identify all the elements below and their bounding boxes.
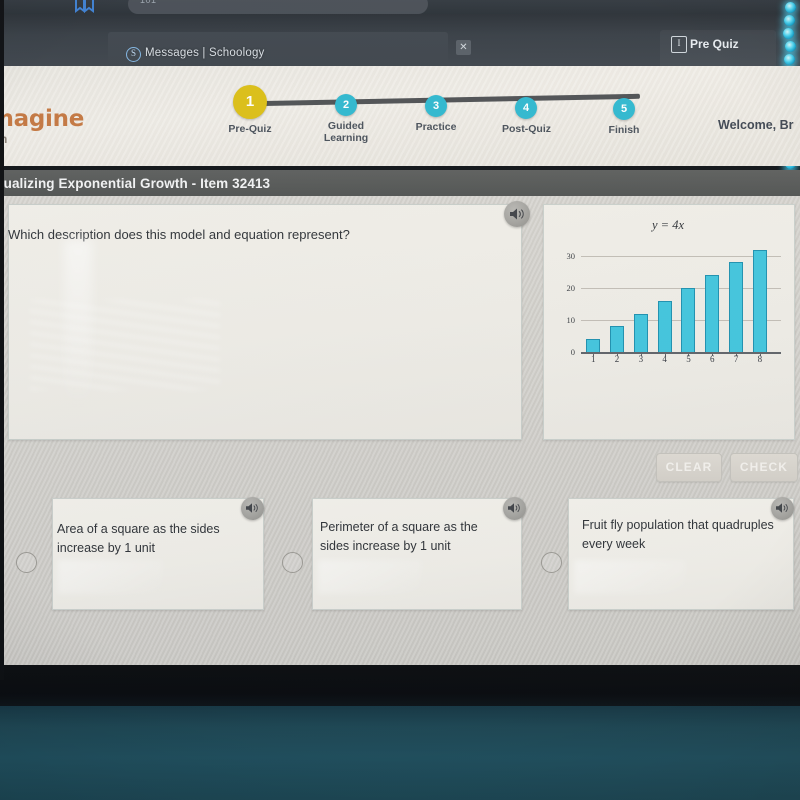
x-axis-tick-label: 6 [710, 354, 715, 364]
stepper-step-label: Pre-Quiz [228, 123, 272, 135]
y-axis-tick-label: 20 [566, 283, 576, 293]
stepper-step-finish[interactable]: 5 Finish [600, 98, 648, 136]
bar [705, 275, 720, 352]
stepper-step-label-2: Learning [323, 131, 369, 144]
stepper-step-number: 2 [335, 93, 357, 116]
light-dot [784, 15, 795, 26]
laptop-bezel-left [0, 0, 4, 680]
answer-choice-2-speaker-icon[interactable] [503, 497, 526, 520]
schoology-s-icon: S [126, 47, 141, 62]
light-dot [784, 54, 795, 65]
stepper-step-number: 1 [233, 85, 267, 119]
browser-tab-bar: S Messages | Schoology ✕ I Pre Quiz [0, 14, 800, 76]
laptop-photo: 101 S Messages | Schoology ✕ I Pre Quiz … [0, 0, 800, 800]
progress-stepper: 1 Pre-Quiz 2 Guided Learning 3 Practice 4 Post-Q… [228, 85, 656, 162]
x-axis-tick-label: 7 [733, 354, 739, 364]
stepper-step-label: Guided [327, 119, 365, 132]
stepper-step-pre-quiz[interactable]: 1 Pre-Quiz [226, 85, 274, 135]
bar [729, 262, 744, 352]
stepper-step-label: Finish [608, 124, 640, 137]
light-dot [783, 28, 794, 39]
y-axis-tick-label: 30 [566, 251, 576, 261]
stepper-step-label: Practice [415, 121, 457, 134]
bookmark-icon[interactable] [72, 0, 98, 14]
answer-radio-1[interactable] [16, 552, 37, 573]
check-button[interactable]: CHECK [730, 453, 798, 482]
graph-equation-title: y = 4x [651, 218, 685, 232]
stepper-step-number: 4 [515, 96, 537, 119]
answer-choice-1-label: Area of a square as the sides increase b… [57, 522, 220, 555]
graph-bars [581, 240, 781, 352]
bar [586, 339, 601, 352]
welcome-user-label: Welcome, Br [718, 118, 794, 132]
answer-choice-2-label: Perimeter of a square as the sides incre… [320, 520, 478, 553]
light-dot [785, 2, 796, 13]
imagine-math-logo: magine [0, 106, 85, 132]
page-title: sualizing Exponential Growth - Item 3241… [0, 176, 271, 191]
bar [752, 249, 767, 352]
close-icon[interactable]: ✕ [456, 40, 471, 55]
answer-choice-1-speaker-icon[interactable] [241, 497, 264, 520]
stepper-step-practice[interactable]: 3 Practice [412, 95, 460, 133]
y-axis-tick-label: 0 [570, 347, 575, 357]
question-speaker-icon[interactable] [504, 201, 530, 227]
stepper-step-number: 5 [613, 98, 635, 121]
answer-radio-3[interactable] [541, 552, 562, 573]
answer-choice-3[interactable] [568, 498, 794, 610]
desk-surface-front [0, 706, 800, 800]
address-bar-text: 101 [140, 0, 157, 5]
tab-pre-quiz-label: Pre Quiz [690, 37, 739, 51]
stepper-step-post-quiz[interactable]: 4 Post-Quiz [502, 96, 551, 135]
bar [681, 288, 696, 352]
bar [633, 313, 648, 352]
address-bar[interactable] [128, 0, 428, 14]
x-axis-tick-label: 3 [638, 354, 644, 364]
x-axis-tick-label: 4 [662, 354, 667, 364]
stepper-step-number: 3 [425, 95, 447, 118]
laptop-screen: 101 S Messages | Schoology ✕ I Pre Quiz … [0, 0, 800, 676]
y-axis-tick-label: 10 [566, 315, 576, 325]
answer-choice-3-speaker-icon[interactable] [771, 497, 794, 520]
answer-choice-3-label: Fruit fly population that quadruples eve… [582, 518, 774, 551]
stepper-step-guided[interactable]: 2 Guided Learning [322, 93, 370, 144]
light-dot [785, 41, 796, 52]
x-axis-tick-label: 8 [757, 354, 763, 364]
bar [610, 326, 625, 352]
clear-button[interactable]: CLEAR [656, 453, 722, 482]
tab-messages-schoology-label: Messages | Schoology [145, 47, 265, 59]
document-icon: I [671, 36, 687, 53]
answer-radio-2[interactable] [282, 552, 303, 573]
question-prompt: Which description does this model and eq… [8, 227, 350, 242]
x-axis-tick-label: 2 [614, 354, 620, 364]
bar [657, 300, 672, 352]
x-axis-tick-label: 1 [590, 354, 596, 364]
stepper-step-label: Post-Quiz [502, 122, 551, 135]
x-axis-tick-label: 5 [686, 354, 691, 364]
